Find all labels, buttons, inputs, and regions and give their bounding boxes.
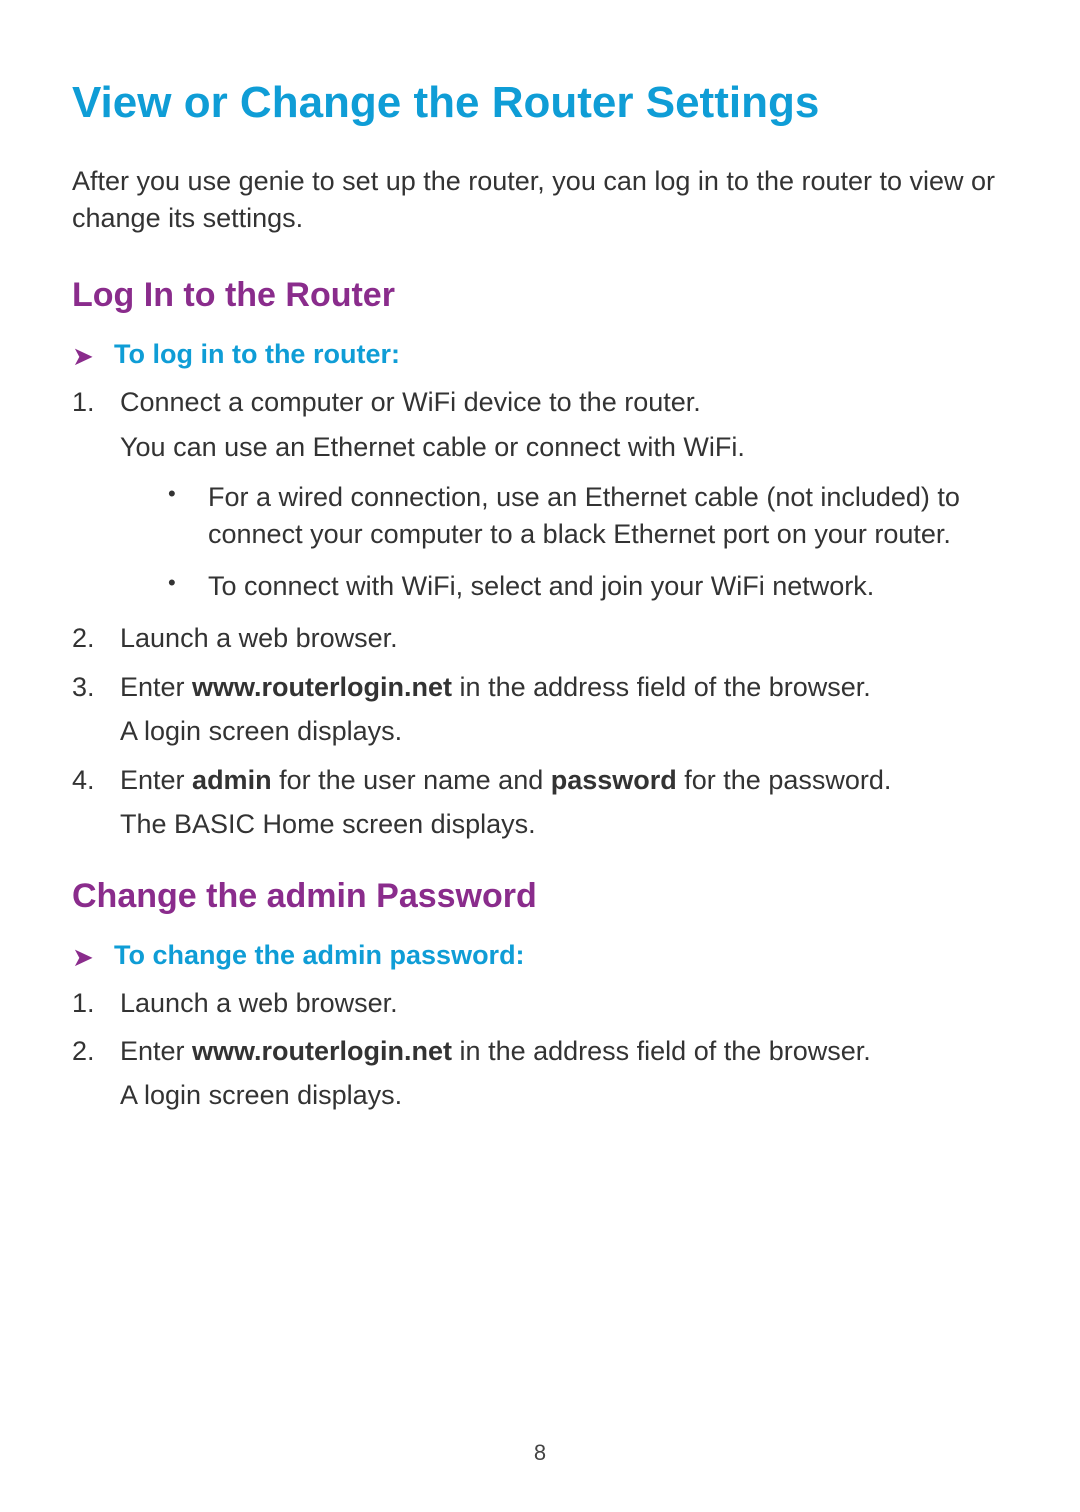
procedure-heading-row: ➤ To log in to the router: [72, 339, 1008, 370]
step-note: A login screen displays. [120, 713, 1008, 749]
bold-password: password [551, 765, 677, 795]
section-heading-change-password: Change the admin Password [72, 877, 1008, 916]
bold-url: www.routerlogin.net [192, 672, 452, 702]
step-item: Connect a computer or WiFi device to the… [72, 384, 1008, 604]
step-text: Enter www.routerlogin.net in the address… [120, 1036, 871, 1066]
section-heading-login: Log In to the Router [72, 276, 1008, 315]
step-item: Enter www.routerlogin.net in the address… [72, 669, 1008, 750]
step-note: You can use an Ethernet cable or connect… [120, 429, 1008, 465]
triangle-right-icon: ➤ [72, 343, 94, 369]
step-text: Connect a computer or WiFi device to the… [120, 387, 701, 417]
document-page: View or Change the Router Settings After… [0, 0, 1080, 1114]
step-note: A login screen displays. [120, 1077, 1008, 1113]
step-item: Launch a web browser. [72, 620, 1008, 656]
step-text: Enter admin for the user name and passwo… [120, 765, 891, 795]
bold-url: www.routerlogin.net [192, 1036, 452, 1066]
page-number: 8 [0, 1440, 1080, 1466]
step-text: Launch a web browser. [120, 623, 398, 653]
procedure-title: To log in to the router: [114, 339, 400, 370]
sub-bullet-list: For a wired connection, use an Ethernet … [120, 479, 1008, 604]
steps-list-login: Connect a computer or WiFi device to the… [72, 384, 1008, 842]
procedure-title: To change the admin password: [114, 940, 525, 971]
step-item: Enter www.routerlogin.net in the address… [72, 1033, 1008, 1114]
procedure-heading-row: ➤ To change the admin password: [72, 940, 1008, 971]
step-item: Launch a web browser. [72, 985, 1008, 1021]
step-note: The BASIC Home screen displays. [120, 806, 1008, 842]
bold-username: admin [192, 765, 272, 795]
step-text: Enter www.routerlogin.net in the address… [120, 672, 871, 702]
step-item: Enter admin for the user name and passwo… [72, 762, 1008, 843]
triangle-right-icon: ➤ [72, 944, 94, 970]
intro-paragraph: After you use genie to set up the router… [72, 163, 1008, 239]
steps-list-change-password: Launch a web browser. Enter www.routerlo… [72, 985, 1008, 1114]
bullet-item: To connect with WiFi, select and join yo… [168, 568, 1008, 604]
step-text: Launch a web browser. [120, 988, 398, 1018]
bullet-item: For a wired connection, use an Ethernet … [168, 479, 1008, 552]
page-title: View or Change the Router Settings [72, 78, 1008, 129]
